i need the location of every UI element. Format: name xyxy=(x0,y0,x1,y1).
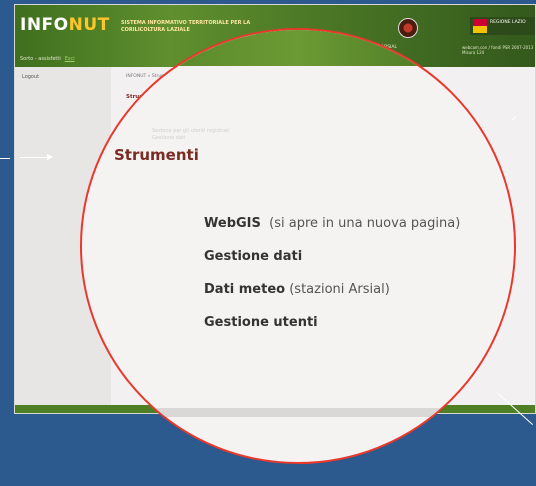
magnified-subtext-line-1: Sezione per gli utenti registrati xyxy=(152,128,230,134)
page-title: Strumenti xyxy=(114,146,199,164)
magnified-footer xyxy=(82,408,514,417)
user-bar: Sorto - assisfetti Esci xyxy=(20,56,75,62)
menu-item-dati-meteo-label[interactable]: Dati meteo xyxy=(204,282,285,297)
user-label: Sorto - assisfetti xyxy=(20,56,61,62)
esci-link[interactable]: Esci xyxy=(65,56,75,62)
menu-item-webgis[interactable]: WebGIS (si apre in una nuova pagina) xyxy=(204,216,460,231)
menu-item-gestione-utenti[interactable]: Gestione utenti xyxy=(204,315,460,330)
menu-item-dati-meteo[interactable]: Dati meteo (stazioni Arsial) xyxy=(204,282,460,297)
magnified-subtext-line-2: Gestione dati xyxy=(152,135,186,141)
magnified-header xyxy=(82,30,514,66)
magnifier-lens: Sezione per gli utenti registrati Gestio… xyxy=(80,28,516,464)
menu-item-gestione-dati-label[interactable]: Gestione dati xyxy=(204,249,302,264)
magnified-subtext: Sezione per gli utenti registrati Gestio… xyxy=(152,128,230,142)
tools-menu: WebGIS (si apre in una nuova pagina) Ges… xyxy=(204,216,460,348)
magnified-content: Sezione per gli utenti registrati Gestio… xyxy=(82,30,514,462)
menu-item-webgis-label[interactable]: WebGIS xyxy=(204,216,261,231)
logout-link[interactable]: Logout xyxy=(22,74,39,80)
menu-item-webgis-note: (si apre in una nuova pagina) xyxy=(269,216,461,231)
menu-item-gestione-dati[interactable]: Gestione dati xyxy=(204,249,460,264)
menu-item-dati-meteo-note: (stazioni Arsial) xyxy=(289,282,390,297)
region-label: REGIONE LAZIO xyxy=(490,20,526,25)
callout-arrow-icon xyxy=(20,154,53,160)
callout-line xyxy=(0,158,10,159)
menu-item-gestione-utenti-label[interactable]: Gestione utenti xyxy=(204,315,318,330)
logo-main-text: INFO xyxy=(20,15,69,35)
